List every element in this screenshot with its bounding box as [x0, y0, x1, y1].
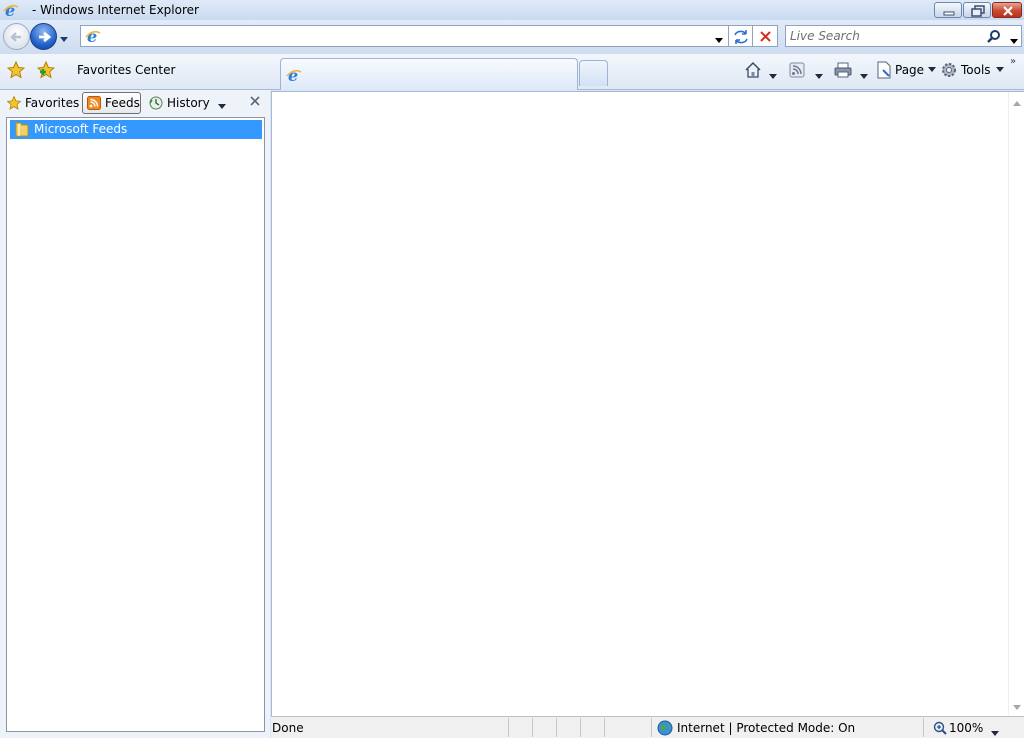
home-dropdown-icon[interactable] [769, 67, 777, 87]
search-providers-dropdown-icon[interactable] [1010, 34, 1018, 48]
feeds-button[interactable] [789, 60, 805, 80]
address-dropdown-icon[interactable] [715, 33, 723, 47]
svg-text:e: e [87, 28, 97, 44]
tab-feeds[interactable]: Feeds [82, 92, 141, 114]
home-icon [745, 61, 761, 78]
search-box [785, 25, 1022, 47]
tab-favorites-label: Favorites [25, 96, 80, 110]
home-button[interactable] [744, 60, 762, 80]
status-text: Done [272, 721, 304, 735]
address-bar: e [80, 25, 729, 47]
page-menu-button[interactable]: Page [875, 60, 937, 80]
favorites-center-label: Favorites Center [77, 63, 176, 77]
favorites-center-pane: Favorites Feeds History Microsoft Feeds [0, 90, 270, 738]
tab-current[interactable]: e [280, 58, 578, 90]
page-content[interactable] [271, 91, 1024, 716]
rss-icon [87, 96, 101, 110]
page-icon [877, 61, 891, 79]
status-divider [508, 718, 509, 737]
status-divider [604, 718, 605, 737]
title-bar: e - Windows Internet Explorer [0, 0, 1024, 20]
back-button[interactable] [3, 23, 30, 50]
refresh-button[interactable] [729, 25, 753, 47]
recent-pages-dropdown-icon[interactable] [60, 32, 68, 46]
status-divider [580, 718, 581, 737]
feed-icon [789, 62, 805, 78]
stop-button[interactable] [753, 25, 778, 47]
feeds-tree: Microsoft Feeds [6, 117, 265, 732]
scroll-up-arrow-icon[interactable] [1013, 96, 1021, 110]
status-divider [532, 718, 533, 737]
minimize-button[interactable] [934, 2, 962, 18]
page-ie-icon: e [85, 27, 101, 47]
tools-menu-label: Tools [961, 63, 991, 77]
svg-text:e: e [5, 2, 15, 18]
tab-history[interactable]: History [145, 92, 210, 114]
zoom-level[interactable]: 100% [933, 719, 983, 737]
command-bar: Favorites Center e Page Tools » [0, 54, 1024, 90]
restore-button[interactable] [963, 2, 991, 18]
new-tab-button[interactable] [579, 60, 608, 86]
history-view-dropdown-icon[interactable] [218, 99, 226, 113]
close-favorites-center-icon[interactable] [249, 95, 261, 110]
navigation-bar: e [0, 20, 1024, 54]
zoom-level-label: 100% [949, 721, 984, 735]
zoom-dropdown-icon[interactable] [991, 726, 999, 738]
tab-ie-icon: e [286, 66, 302, 86]
printer-icon [834, 62, 852, 78]
globe-icon [657, 720, 673, 736]
search-icon[interactable] [986, 29, 1002, 48]
status-bar: Done Internet | Protected Mode: On 100% [271, 716, 1024, 738]
tab-feeds-label: Feeds [105, 96, 140, 110]
print-button[interactable] [834, 60, 852, 80]
zoom-icon [933, 721, 947, 735]
feed-folder-microsoft-feeds[interactable]: Microsoft Feeds [10, 120, 262, 139]
gear-icon [942, 63, 956, 77]
close-window-button[interactable] [992, 2, 1022, 18]
tools-dropdown-icon [995, 67, 1004, 72]
ie-logo-icon: e [3, 1, 19, 21]
security-zone[interactable]: Internet | Protected Mode: On [657, 719, 855, 737]
favorites-center-tabs: Favorites Feeds History [0, 90, 270, 116]
security-zone-label: Internet | Protected Mode: On [677, 721, 856, 735]
status-divider [651, 718, 652, 737]
toolbar-overflow-chevron-icon[interactable]: » [1010, 56, 1016, 67]
vertical-scrollbar[interactable] [1008, 92, 1024, 715]
favorites-center-star-icon[interactable] [6, 60, 26, 82]
page-dropdown-icon [928, 67, 937, 72]
tab-favorites[interactable]: Favorites [3, 92, 79, 114]
forward-button[interactable] [30, 23, 57, 50]
folder-icon [14, 121, 30, 140]
window-title: - Windows Internet Explorer [32, 3, 199, 17]
tools-menu-button[interactable]: Tools [940, 60, 1004, 80]
status-divider [923, 718, 924, 737]
print-dropdown-icon[interactable] [860, 67, 868, 87]
status-divider [556, 718, 557, 737]
scroll-down-arrow-icon[interactable] [1013, 700, 1021, 714]
feeds-dropdown-icon[interactable] [815, 67, 823, 87]
feed-folder-label: Microsoft Feeds [34, 122, 128, 136]
page-menu-label: Page [895, 63, 925, 77]
tab-history-label: History [167, 96, 210, 110]
search-input[interactable] [790, 27, 980, 45]
star-icon [7, 96, 21, 110]
address-input[interactable] [105, 27, 705, 45]
add-favorites-icon[interactable] [36, 60, 56, 82]
svg-text:e: e [288, 67, 298, 83]
history-icon [149, 96, 163, 110]
